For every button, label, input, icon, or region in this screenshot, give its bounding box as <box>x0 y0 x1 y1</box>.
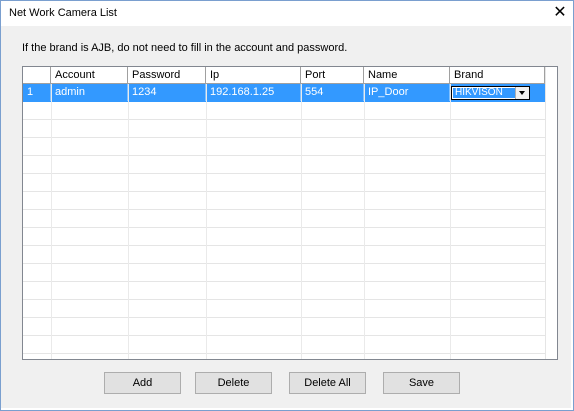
table-row[interactable]: 1 admin 1234 192.168.1.25 554 IP_Door HI… <box>23 84 545 102</box>
empty-grid-row[interactable] <box>23 336 545 354</box>
chevron-down-icon[interactable] <box>515 87 529 99</box>
empty-grid-row[interactable] <box>23 102 545 120</box>
delete-button[interactable]: Delete <box>195 372 272 394</box>
account-cell[interactable]: admin <box>51 84 128 101</box>
empty-grid-row[interactable] <box>23 264 545 282</box>
empty-grid-row[interactable] <box>23 282 545 300</box>
add-button[interactable]: Add <box>104 372 181 394</box>
empty-grid-row[interactable] <box>23 156 545 174</box>
ip-cell[interactable]: 192.168.1.25 <box>206 84 301 101</box>
column-divider <box>364 84 365 359</box>
column-divider <box>51 84 52 359</box>
close-icon[interactable]: ✕ <box>547 1 573 27</box>
camera-grid[interactable]: Account Password Ip Port Name Brand 1 ad… <box>22 66 558 360</box>
column-divider <box>128 84 129 359</box>
password-cell[interactable]: 1234 <box>128 84 206 101</box>
name-cell[interactable]: IP_Door <box>364 84 450 101</box>
empty-grid-row[interactable] <box>23 174 545 192</box>
row-index-cell[interactable]: 1 <box>23 84 51 101</box>
empty-grid-row[interactable] <box>23 300 545 318</box>
empty-grid-row[interactable] <box>23 138 545 156</box>
vertical-scrollbar[interactable] <box>545 67 557 359</box>
column-header-port[interactable]: Port <box>301 67 364 83</box>
column-divider <box>206 84 207 359</box>
grid-header: Account Password Ip Port Name Brand <box>23 67 545 84</box>
column-header-name[interactable]: Name <box>364 67 450 83</box>
brand-select-value: HIKVISON <box>453 88 515 98</box>
column-header-ip[interactable]: Ip <box>206 67 301 83</box>
column-header-password[interactable]: Password <box>128 67 206 83</box>
save-button[interactable]: Save <box>383 372 460 394</box>
column-header-account[interactable]: Account <box>51 67 128 83</box>
empty-grid-row[interactable] <box>23 318 545 336</box>
delete-all-button[interactable]: Delete All <box>289 372 366 394</box>
column-header-brand[interactable]: Brand <box>450 67 545 83</box>
empty-grid-row[interactable] <box>23 210 545 228</box>
empty-grid-row[interactable] <box>23 192 545 210</box>
title-bar[interactable]: Net Work Camera List ✕ <box>1 1 573 27</box>
window-title: Net Work Camera List <box>9 7 117 19</box>
column-divider <box>301 84 302 359</box>
brand-select[interactable]: HIKVISON <box>451 86 530 100</box>
empty-grid-row[interactable] <box>23 228 545 246</box>
empty-grid-row[interactable] <box>23 354 545 359</box>
column-divider <box>450 84 451 359</box>
empty-grid-row[interactable] <box>23 246 545 264</box>
brand-hint-text: If the brand is AJB, do not need to fill… <box>22 42 348 54</box>
column-header-index[interactable] <box>23 67 51 83</box>
port-cell[interactable]: 554 <box>301 84 364 101</box>
empty-grid-row[interactable] <box>23 120 545 138</box>
